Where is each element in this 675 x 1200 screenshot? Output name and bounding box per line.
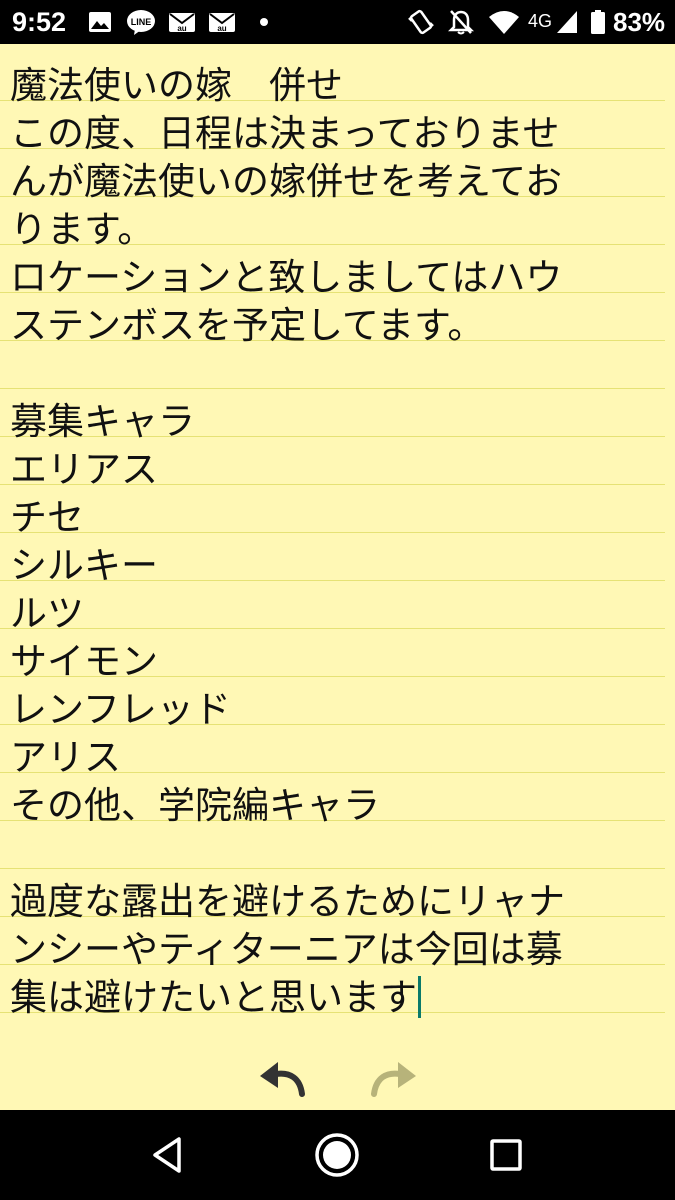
notifications-off-icon xyxy=(448,8,474,36)
ruled-line xyxy=(0,868,665,869)
redo-icon xyxy=(371,1062,416,1097)
ruled-line xyxy=(0,388,665,389)
note-line-text: サイモン xyxy=(10,640,158,683)
gallery-icon xyxy=(88,8,112,36)
back-icon xyxy=(153,1137,181,1173)
note-line: サイモン xyxy=(10,638,158,686)
note-line-text: アリス xyxy=(10,736,121,779)
cellular-signal-icon xyxy=(556,8,578,36)
note-line-text: チセ xyxy=(10,496,84,539)
battery-icon xyxy=(590,8,606,36)
note-line: ります。 xyxy=(10,206,154,254)
note-line-text: この度、日程は決まっておりませ xyxy=(10,112,560,155)
text-cursor xyxy=(418,976,421,1018)
note-line-text: エリアス xyxy=(10,448,158,491)
recents-icon xyxy=(490,1139,522,1171)
home-button[interactable] xyxy=(313,1131,361,1179)
battery-percent: 83% xyxy=(613,7,666,37)
note-line: チセ xyxy=(10,494,84,542)
note-line-text: 過度な露出を避けるためにリャナ xyxy=(10,880,565,923)
undo-button[interactable] xyxy=(256,1056,310,1100)
note-line: エリアス xyxy=(10,446,158,494)
network-type: 4G xyxy=(528,11,553,31)
undo-icon xyxy=(260,1062,305,1097)
screen: 9:52 LINE au au 4G 83% 魔法使いの嫁 併せ この度、日程は… xyxy=(0,0,675,1200)
note-line-text: ロケーションと致しましてはハウ xyxy=(10,256,563,299)
line-badge-text: LINE xyxy=(131,17,152,27)
note-line-text: ンシーやティターニアは今回は募 xyxy=(10,928,563,971)
note-line: ンシーやティターニアは今回は募 xyxy=(10,926,563,974)
au-badge-text: au xyxy=(217,24,226,33)
note-line: その他、学院編キャラ xyxy=(10,782,380,830)
note-line-text: んが魔法使いの嫁併せを考えてお xyxy=(10,160,563,203)
note-line-text: ステンボスを予定してます。 xyxy=(10,304,485,347)
note-line-text: ります。 xyxy=(10,208,155,251)
ruled-line xyxy=(0,532,665,533)
note-line-text: その他、学院編キャラ xyxy=(10,784,380,827)
au-mail-icon: au xyxy=(208,8,236,36)
note-line: シルキー xyxy=(10,542,158,590)
status-time: 9:52 xyxy=(12,7,67,37)
back-button[interactable] xyxy=(145,1131,193,1179)
redo-button[interactable] xyxy=(366,1056,420,1100)
note-line: 集は避けたいと思います xyxy=(10,974,421,1022)
line-app-icon: LINE xyxy=(126,8,156,36)
au-badge-text: au xyxy=(177,24,186,33)
note-line-text: 魔法使いの嫁 併せ xyxy=(10,64,343,107)
note-line-text: ルツ xyxy=(10,592,84,635)
note-line: アリス xyxy=(10,734,121,782)
note-line: この度、日程は決まっておりませ xyxy=(10,110,559,158)
note-line-text: 募集キャラ xyxy=(10,400,195,443)
wifi-icon xyxy=(488,8,520,36)
note-line: レンフレッド xyxy=(10,686,231,734)
home-icon xyxy=(315,1133,359,1177)
note-line: んが魔法使いの嫁併せを考えてお xyxy=(10,158,562,206)
note-line-text: シルキー xyxy=(10,544,158,587)
ruled-line xyxy=(0,628,665,629)
note-line-text: 集は避けたいと思います xyxy=(10,976,417,1019)
note-line: ルツ xyxy=(10,590,84,638)
au-mail-icon: au xyxy=(168,8,196,36)
note-line: ステンボスを予定してます。 xyxy=(10,302,484,350)
vibrate-icon xyxy=(406,8,436,36)
status-bar: 9:52 LINE au au 4G 83% xyxy=(0,0,675,44)
note-line-text: レンフレッド xyxy=(10,688,231,731)
notification-dot-icon xyxy=(258,8,270,36)
note-line: 過度な露出を避けるためにリャナ xyxy=(10,878,565,926)
note-line: 募集キャラ xyxy=(10,398,195,446)
recents-button[interactable] xyxy=(482,1131,530,1179)
note-toolbar xyxy=(0,1044,675,1110)
note-line: ロケーションと致しましてはハウ xyxy=(10,254,562,302)
note-line: 魔法使いの嫁 併せ xyxy=(10,62,343,110)
note-editor[interactable]: 魔法使いの嫁 併せこの度、日程は決まっておりませ んが魔法使いの嫁併せを考えており… xyxy=(0,44,675,1044)
navigation-bar xyxy=(0,1110,675,1200)
